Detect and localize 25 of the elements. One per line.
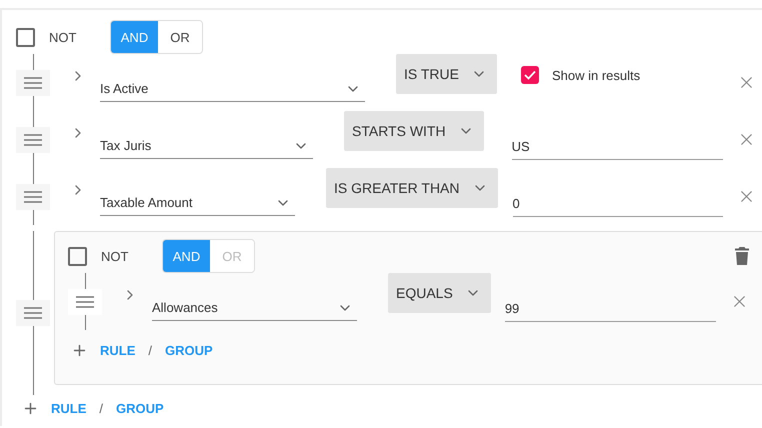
separator-text: / <box>99 400 104 416</box>
trash-icon[interactable] <box>735 247 749 265</box>
value-field[interactable]: 0 <box>512 190 723 217</box>
field-select[interactable]: Is Active <box>100 76 365 102</box>
not-label: NOT <box>49 30 78 44</box>
value-field[interactable]: 99 <box>504 295 716 322</box>
drag-handle-icon[interactable] <box>24 134 42 146</box>
operator-select[interactable]: EQUALS <box>388 273 491 313</box>
drag-handle-icon[interactable] <box>76 296 94 308</box>
not-checkbox[interactable] <box>16 28 35 46</box>
operator-select[interactable]: STARTS WITH <box>344 111 484 151</box>
field-select[interactable]: Tax Juris <box>100 133 313 159</box>
drag-handle-icon[interactable] <box>24 307 42 319</box>
drag-handle-icon[interactable] <box>24 190 42 202</box>
operator-select[interactable]: IS TRUE <box>396 54 497 94</box>
separator-text: / <box>148 342 152 358</box>
not-label: NOT <box>101 248 130 264</box>
checkbox-label: Show in results <box>552 68 640 82</box>
operator-select[interactable]: IS GREATER THAN <box>326 168 498 208</box>
drag-handle-icon[interactable] <box>24 76 42 88</box>
field-select[interactable]: Allowances <box>152 295 357 321</box>
checkbox[interactable] <box>520 66 539 84</box>
field-select[interactable]: Taxable Amount <box>100 190 295 216</box>
value-field[interactable]: US <box>512 133 723 160</box>
not-checkbox[interactable] <box>68 246 87 266</box>
